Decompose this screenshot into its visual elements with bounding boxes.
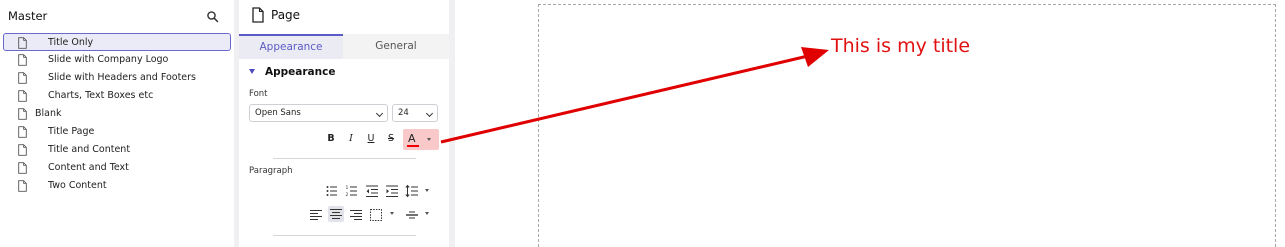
font-size-value: 24 xyxy=(398,108,409,118)
master-header: Master xyxy=(0,0,234,32)
bold-button[interactable]: B xyxy=(323,131,339,147)
line-spacing-dropdown-icon[interactable] xyxy=(425,189,429,192)
vertical-align-icon[interactable] xyxy=(405,207,419,221)
properties-panel: Page Appearance General Appearance Font … xyxy=(239,0,449,247)
master-item-label: Title and Content xyxy=(48,144,131,155)
align-left-icon[interactable] xyxy=(309,207,323,221)
slide-title-text[interactable]: This is my title xyxy=(831,35,970,57)
panel-title: Page xyxy=(271,8,301,22)
master-item-label: Title Only xyxy=(48,37,94,48)
font-size-select[interactable]: 24 xyxy=(392,104,438,122)
master-item-label: Content and Text xyxy=(48,162,129,173)
master-item-label: Slide with Company Logo xyxy=(48,54,169,65)
bullet-list-icon[interactable] xyxy=(325,183,339,197)
strikethrough-button[interactable]: S xyxy=(383,131,399,147)
master-item[interactable]: Title Page xyxy=(0,123,234,141)
align-center-icon[interactable] xyxy=(328,206,344,222)
document-icon xyxy=(18,108,27,120)
master-panel: Master Title Only Slide with Company Logo… xyxy=(0,0,234,247)
master-item-label: Title Page xyxy=(48,126,95,137)
master-item-label: Two Content xyxy=(48,180,107,191)
line-spacing-icon[interactable] xyxy=(405,183,419,198)
caret-down-icon xyxy=(427,138,431,141)
master-item[interactable]: Blank xyxy=(0,105,234,123)
font-family-select[interactable]: Open Sans xyxy=(249,104,388,122)
text-color-swatch xyxy=(407,145,419,147)
document-icon xyxy=(18,72,27,84)
font-family-value: Open Sans xyxy=(255,108,301,118)
divider xyxy=(273,158,416,159)
page-icon xyxy=(252,7,264,23)
caret-down-icon xyxy=(249,69,255,74)
master-item-label: Slide with Headers and Footers xyxy=(48,72,197,83)
underline-button[interactable]: U xyxy=(363,131,379,147)
search-icon[interactable] xyxy=(206,9,220,23)
master-item[interactable]: Title Only xyxy=(3,33,231,51)
document-icon xyxy=(18,126,27,138)
divider xyxy=(273,235,416,236)
border-icon[interactable] xyxy=(369,207,383,221)
master-item[interactable]: Charts, Text Boxes etc xyxy=(0,87,234,105)
section-title: Appearance xyxy=(265,66,336,78)
document-icon xyxy=(18,54,27,66)
align-right-icon[interactable] xyxy=(349,207,363,221)
document-icon xyxy=(18,90,27,102)
numbered-list-icon[interactable]: 12 xyxy=(345,183,359,198)
master-title: Master xyxy=(8,9,48,23)
document-icon xyxy=(18,180,27,192)
text-color-icon: A xyxy=(408,132,416,145)
paragraph-label: Paragraph xyxy=(249,166,293,176)
document-icon xyxy=(18,37,27,49)
chevron-down-icon xyxy=(375,109,384,118)
tab-appearance[interactable]: Appearance xyxy=(239,34,343,59)
panel-tabs: Appearance General xyxy=(239,34,449,59)
app-root: Master Title Only Slide with Company Logo… xyxy=(0,0,1285,247)
text-color-button[interactable]: A xyxy=(403,129,439,150)
master-item[interactable]: Content and Text xyxy=(0,159,234,177)
font-label: Font xyxy=(249,89,268,99)
vertical-align-dropdown-icon[interactable] xyxy=(425,212,429,215)
master-item-label: Blank xyxy=(35,108,62,119)
svg-text:2: 2 xyxy=(346,192,349,198)
master-item[interactable]: Title and Content xyxy=(0,141,234,159)
increase-indent-icon[interactable] xyxy=(385,183,399,197)
decrease-indent-icon[interactable] xyxy=(365,183,379,197)
master-item[interactable]: Slide with Company Logo xyxy=(0,51,234,69)
tab-general[interactable]: General xyxy=(343,34,449,59)
document-icon xyxy=(18,162,27,174)
document-icon xyxy=(18,144,27,156)
master-item-label: Charts, Text Boxes etc xyxy=(48,90,154,101)
master-item[interactable]: Two Content xyxy=(0,177,234,195)
border-dropdown-icon[interactable] xyxy=(390,212,394,215)
chevron-down-icon xyxy=(425,109,434,118)
italic-button[interactable]: I xyxy=(343,131,359,147)
master-item[interactable]: Slide with Headers and Footers xyxy=(0,69,234,87)
svg-text:1: 1 xyxy=(346,185,349,191)
